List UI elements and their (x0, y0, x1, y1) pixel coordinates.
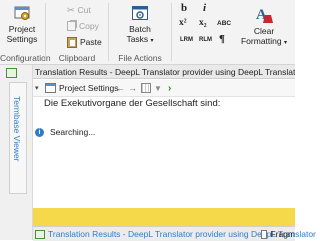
project-settings-label-line1: Project (8, 24, 36, 34)
run-button[interactable]: › (168, 80, 171, 96)
clipboard-group-label: Clipboard (58, 53, 96, 63)
termbase-viewer-label: Termbase Viewer (12, 96, 22, 162)
results-tab-icon (35, 229, 45, 239)
panel-title: Translation Results - DeepL Translator p… (33, 65, 295, 79)
project-settings-toolbar-button[interactable]: Project Settings (45, 80, 119, 96)
filter-button[interactable]: ▼ (154, 80, 162, 96)
toolbar-dropdown[interactable]: ▾ (35, 80, 39, 96)
panel-toolbar: ▾ Project Settings ← → ▼ › (33, 80, 295, 97)
filter-icon: ▼ (154, 83, 162, 93)
file-actions-group-label: File Actions (118, 53, 162, 63)
file-actions-group: Batch Tasks ▾ File Actions (110, 0, 170, 64)
results-list-icon (6, 68, 17, 78)
ribbon-separator (45, 3, 46, 61)
copy-button[interactable]: Copy (67, 19, 99, 33)
copy-label: Copy (79, 21, 99, 31)
clipboard-group: ✂ Cut Copy Paste Clipboard (47, 0, 107, 64)
grid-icon (141, 83, 151, 93)
italic-button[interactable]: i (203, 2, 206, 14)
configuration-group: Project Settings Configuration (0, 0, 51, 64)
chevron-right-icon: › (168, 82, 172, 94)
status-highlight-bar (33, 208, 295, 226)
project-settings-label-line2: Settings (6, 34, 38, 44)
cut-button[interactable]: ✂ Cut (67, 3, 91, 17)
source-segment-text: Die Exekutivorgane der Gesellschaft sind… (44, 98, 221, 109)
search-status: i Searching... (35, 127, 95, 137)
tab-fragment-label: Fragm (270, 229, 295, 239)
paste-icon (67, 36, 77, 48)
back-button[interactable]: ← (116, 80, 125, 96)
scissors-icon: ✂ (67, 4, 75, 15)
batch-tasks-label-line2-text: Tasks (126, 34, 149, 44)
clear-formatting-label-line2: Formatting ▾ (235, 36, 293, 48)
ribbon: Project Settings Configuration ✂ Cut Cop… (0, 0, 295, 65)
ribbon-separator (171, 3, 172, 61)
project-settings-button[interactable]: Project Settings (2, 4, 42, 44)
search-status-text: Searching... (50, 127, 96, 137)
small-caps-button[interactable]: ABC (217, 20, 231, 27)
project-settings-toolbar-label: Project Settings (59, 83, 119, 93)
lrm-button[interactable]: LRM (180, 37, 193, 43)
clear-formatting-label-line2-text: Formatting (240, 36, 282, 46)
clear-formatting-button[interactable]: A Clear Formatting ▾ (235, 4, 293, 48)
clear-formatting-icon: A (256, 7, 273, 23)
pilcrow-button[interactable]: ¶ (219, 33, 225, 45)
forward-button[interactable]: → (128, 80, 137, 96)
configuration-group-label: Configuration (0, 53, 51, 63)
results-content-area (33, 97, 295, 207)
paste-button[interactable]: Paste (67, 35, 102, 49)
arrow-left-icon: ← (116, 83, 125, 93)
cut-label: Cut (77, 5, 91, 15)
copy-icon (67, 21, 76, 31)
superscript-button[interactable]: x² (179, 18, 187, 28)
chevron-down-icon: ▾ (35, 85, 39, 92)
batch-tasks-label-line2: Tasks ▾ (118, 34, 162, 46)
fragment-tab-icon (261, 229, 268, 239)
paste-label: Paste (80, 37, 102, 47)
batch-tasks-button[interactable]: Batch Tasks ▾ (118, 4, 162, 46)
bold-button[interactable]: b (181, 2, 187, 14)
tab-fragment[interactable]: Fragm (261, 227, 295, 241)
project-settings-icon (14, 6, 30, 20)
rlm-button[interactable]: RLM (199, 37, 212, 43)
settings-icon (45, 83, 56, 93)
bottom-tab-strip: Translation Results - DeepL Translator p… (33, 226, 316, 241)
chevron-down-icon: ▾ (150, 38, 154, 44)
info-icon: i (35, 127, 44, 137)
batch-tasks-icon (132, 6, 148, 20)
ribbon-separator (108, 3, 109, 61)
subscript-button[interactable]: x₂ (199, 18, 207, 28)
formatting-group: b i x² x₂ ABC LRM RLM ¶ A Clear Formatti… (173, 0, 295, 64)
arrow-right-icon: → (128, 83, 137, 93)
chevron-down-icon: ▾ (283, 40, 287, 46)
batch-tasks-label-line1: Batch (129, 24, 151, 34)
clear-formatting-label-line1: Clear (253, 26, 275, 36)
grid-button[interactable] (141, 80, 151, 96)
